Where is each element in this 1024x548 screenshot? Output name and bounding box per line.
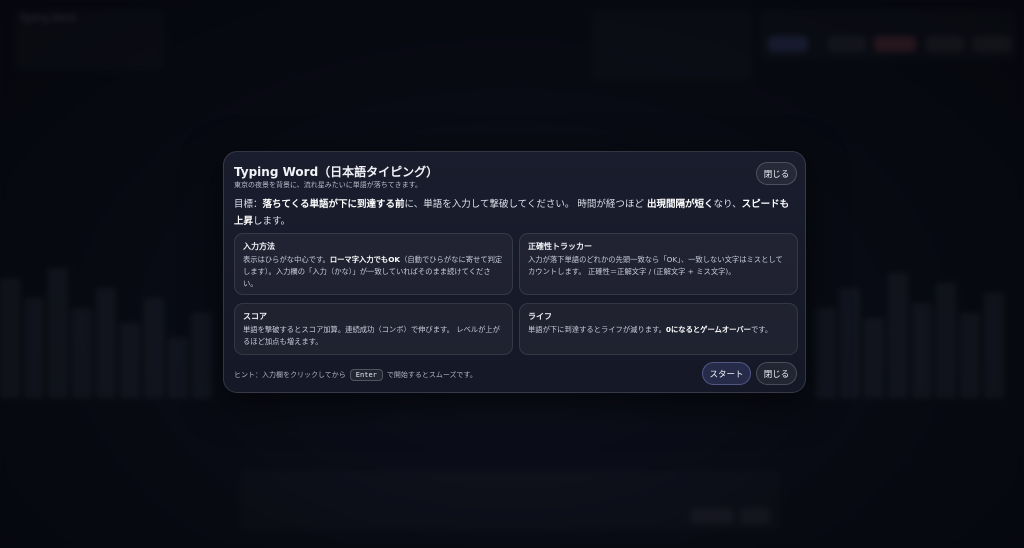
card-body: 入力が落下単語のどれかの先頭一致なら「OK」、一致しない文字はミスとしてカウント… (528, 254, 789, 278)
goal-emphasis: 出現間隔が短く (646, 199, 714, 210)
card-accuracy-tracker: 正確性トラッカー 入力が落下単語のどれかの先頭一致なら「OK」、一致しない文字は… (519, 233, 798, 295)
goal-part: なり、 (713, 199, 742, 210)
card-title: 入力方法 (243, 242, 275, 251)
card-title: 正確性トラッカー (528, 242, 592, 251)
card-title: ライフ (528, 312, 552, 321)
card-emphasis: ローマ字入力でもOK (329, 255, 401, 264)
help-modal: Typing Word（日本語タイピング） 東京の夜景を背景に、流れ星みたいに単… (223, 151, 806, 393)
card-title: スコア (243, 312, 267, 321)
card-body: 単語が下に到達するとライフが減ります。0になるとゲームオーバーです。 (528, 324, 789, 336)
modal-title: Typing Word（日本語タイピング） (234, 165, 439, 179)
goal-part: 目標： (234, 199, 263, 210)
card-text: 単語が下に到達するとライフが減ります。 (528, 325, 666, 334)
goal-emphasis: 落ちてくる単語が下に到達する前 (262, 199, 405, 210)
hint-after: で開始するとスムーズです。 (386, 371, 477, 379)
card-life: ライフ 単語が下に到達するとライフが減ります。0になるとゲームオーバーです。 (519, 303, 798, 355)
enter-key-badge: Enter (349, 369, 383, 381)
card-text: 表示はひらがな中心です。 (243, 255, 330, 264)
modal-subtitle: 東京の夜景を背景に、流れ星みたいに単語が落ちてきます。 (234, 181, 422, 189)
card-input-method: 入力方法 表示はひらがな中心です。ローマ字入力でもOK（自動でひらがなに寄せて判… (234, 233, 513, 295)
card-body: 表示はひらがな中心です。ローマ字入力でもOK（自動でひらがなに寄せて判定します）… (243, 254, 504, 290)
card-score: スコア 単語を撃破するとスコア加算。連続成功（コンボ）で伸びます。 レベルが上が… (234, 303, 513, 355)
card-text: です。 (750, 325, 773, 334)
goal-text: 目標：落ちてくる単語が下に到達する前に、単語を入力して撃破してください。 時間が… (234, 196, 798, 230)
card-body: 単語を撃破するとスコア加算。連続成功（コンボ）で伸びます。 レベルが上がるほど加… (243, 324, 504, 348)
card-emphasis: 0になるとゲームオーバー (665, 325, 751, 334)
goal-part: に、単語を入力して撃破してください。 時間が経つほど (404, 199, 647, 210)
hint-text: ヒント：入力欄をクリックしてから Enter で開始するとスムーズです。 (234, 369, 477, 381)
hint-before: ヒント：入力欄をクリックしてから (234, 371, 346, 379)
card-text: 入力が落下単語のどれかの先頭一致なら「OK」、一致しない文字はミスとしてカウント… (528, 255, 783, 276)
close-button-top[interactable]: 閉じる (756, 162, 797, 185)
goal-part: します。 (253, 216, 291, 227)
start-button[interactable]: スタート (702, 362, 751, 385)
close-button-bottom[interactable]: 閉じる (756, 362, 797, 385)
card-text: 単語を撃破するとスコア加算。連続成功（コンボ）で伸びます。 レベルが上がるほど加… (243, 325, 500, 346)
